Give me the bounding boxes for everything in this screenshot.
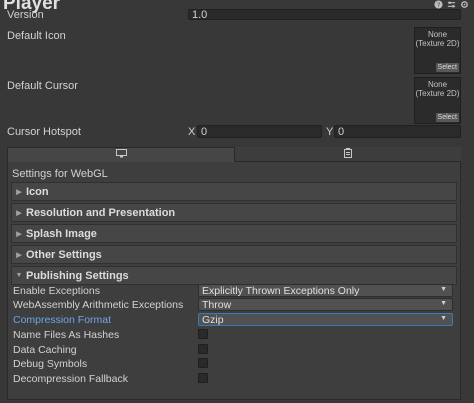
section-splash-image[interactable]: ▶ Splash Image <box>11 224 457 243</box>
decompression-fallback-checkbox[interactable] <box>198 373 208 383</box>
foldout-collapsed-icon: ▶ <box>16 251 22 259</box>
dropdown-value: Gzip <box>202 313 224 326</box>
foldout-expanded-icon: ▼ <box>15 272 23 279</box>
texture-none-text: None <box>427 30 448 39</box>
cursor-hotspot-label: Cursor Hotspot <box>7 126 81 138</box>
select-cursor-button[interactable]: Select <box>435 113 459 122</box>
compression-format-label: Compression Format <box>13 314 112 326</box>
wasm-arithmetic-exceptions-label: WebAssembly Arithmetic Exceptions <box>13 299 184 311</box>
header-icons: ? <box>434 0 469 9</box>
section-resolution[interactable]: ▶ Resolution and Presentation <box>11 203 457 222</box>
settings-icon[interactable] <box>460 0 469 9</box>
data-caching-checkbox[interactable] <box>198 344 208 354</box>
texture-none-text: None <box>427 80 448 89</box>
version-field[interactable]: 1.0 <box>188 9 461 21</box>
chevron-down-icon: ▼ <box>440 300 447 307</box>
section-title: Other Settings <box>26 248 102 261</box>
default-icon-label: Default Icon <box>7 30 66 42</box>
dropdown-value: Explicitly Thrown Exceptions Only <box>202 284 360 297</box>
section-publishing-settings[interactable]: ▼ Publishing Settings <box>11 266 457 285</box>
monitor-icon <box>115 149 127 161</box>
tab-webgl[interactable] <box>235 147 461 162</box>
hotspot-y-label: Y <box>326 126 334 138</box>
version-label: Version <box>7 9 44 21</box>
presets-icon[interactable] <box>447 0 456 9</box>
wasm-arithmetic-exceptions-dropdown[interactable]: Throw ▼ <box>198 298 453 311</box>
compression-format-dropdown[interactable]: Gzip ▼ <box>198 313 453 326</box>
hotspot-x-field[interactable]: 0 <box>197 125 322 138</box>
name-files-as-hashes-checkbox[interactable] <box>198 329 208 339</box>
tab-standalone[interactable] <box>7 147 235 162</box>
default-cursor-label: Default Cursor <box>7 80 78 92</box>
section-title: Splash Image <box>26 227 97 240</box>
foldout-collapsed-icon: ▶ <box>16 230 22 238</box>
data-caching-label: Data Caching <box>13 344 77 356</box>
hotspot-x-label: X <box>188 126 196 138</box>
texture-type-text: (Texture 2D) <box>415 39 460 48</box>
chevron-down-icon: ▼ <box>440 286 447 293</box>
section-title: Publishing Settings <box>26 269 129 282</box>
section-title: Icon <box>26 185 49 198</box>
chevron-down-icon: ▼ <box>440 315 447 322</box>
foldout-collapsed-icon: ▶ <box>16 188 22 196</box>
help-icon[interactable]: ? <box>434 0 443 9</box>
dropdown-value: Throw <box>202 298 232 311</box>
debug-symbols-checkbox[interactable] <box>198 358 208 368</box>
texture-type-text: (Texture 2D) <box>415 89 460 98</box>
svg-text:?: ? <box>437 2 440 9</box>
platform-tabs <box>7 147 461 162</box>
name-files-as-hashes-label: Name Files As Hashes <box>13 329 120 341</box>
default-cursor-texture-slot[interactable]: None (Texture 2D) Select <box>414 77 461 124</box>
default-icon-texture-slot[interactable]: None (Texture 2D) Select <box>414 27 461 74</box>
section-title: Resolution and Presentation <box>26 206 176 219</box>
section-icon[interactable]: ▶ Icon <box>11 182 457 201</box>
hotspot-y-field[interactable]: 0 <box>334 125 461 138</box>
decompression-fallback-label: Decompression Fallback <box>13 373 128 385</box>
enable-exceptions-label: Enable Exceptions <box>13 285 100 297</box>
select-icon-button[interactable]: Select <box>435 63 459 72</box>
debug-symbols-label: Debug Symbols <box>13 358 88 370</box>
foldout-collapsed-icon: ▶ <box>16 209 22 217</box>
enable-exceptions-dropdown[interactable]: Explicitly Thrown Exceptions Only ▼ <box>198 284 453 297</box>
section-other-settings[interactable]: ▶ Other Settings <box>11 245 457 264</box>
settings-for-webgl-title: Settings for WebGL <box>12 168 108 180</box>
webgl-icon <box>344 147 352 161</box>
